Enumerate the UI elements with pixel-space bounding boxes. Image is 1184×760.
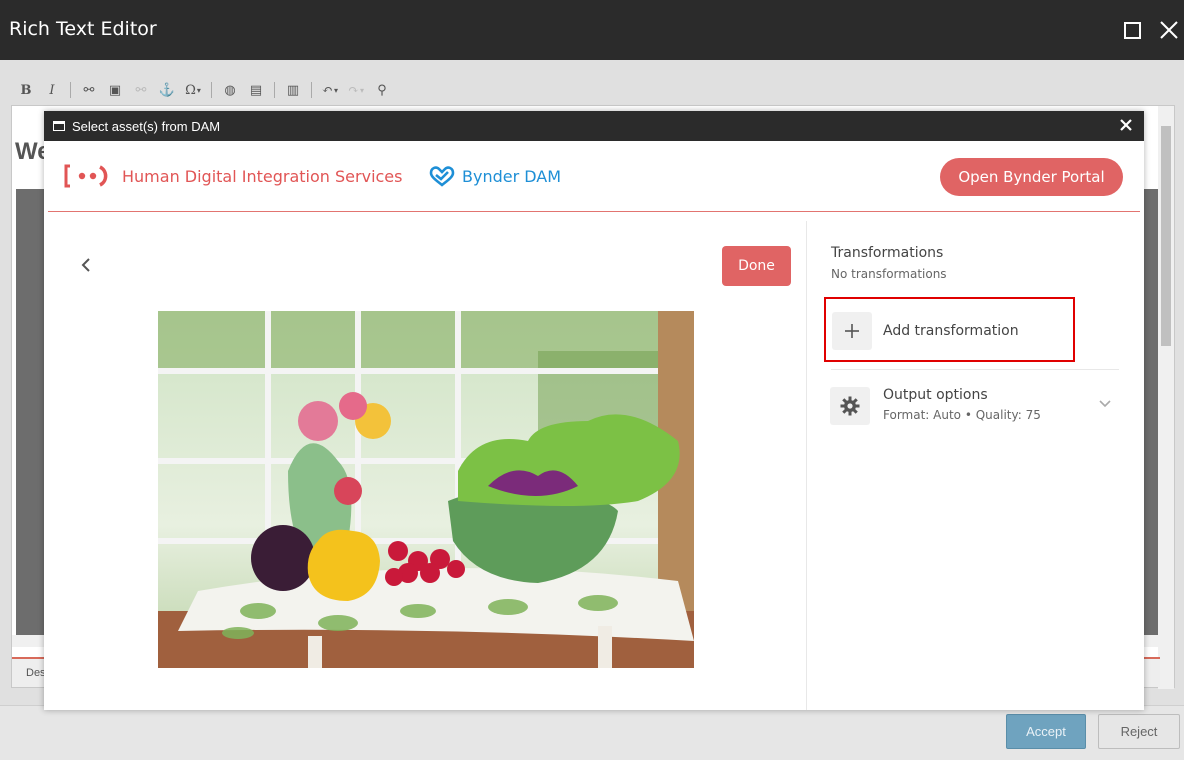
italic-button[interactable]: I xyxy=(40,80,64,100)
gear-icon xyxy=(830,387,870,425)
hdis-logo-icon xyxy=(64,164,108,188)
modal-title: Select asset(s) from DAM xyxy=(72,119,221,134)
scroll-thumb[interactable] xyxy=(1161,126,1171,346)
toolbar-divider xyxy=(311,82,312,98)
insert-link-icon[interactable]: ⚯ xyxy=(77,80,101,100)
brand-divider xyxy=(48,211,1140,212)
close-icon[interactable] xyxy=(1158,19,1180,41)
panel-divider xyxy=(806,221,807,710)
asset-preview-image xyxy=(158,311,694,668)
close-icon[interactable] xyxy=(1119,118,1133,132)
plus-icon xyxy=(832,312,872,350)
window-title: Rich Text Editor xyxy=(9,18,157,40)
open-portal-button[interactable]: Open Bynder Portal xyxy=(940,158,1123,196)
undo-button[interactable]: ↶ xyxy=(318,80,342,100)
toolbar-divider xyxy=(211,82,212,98)
brand-name: Human Digital Integration Services xyxy=(122,167,403,186)
dam-modal: Select asset(s) from DAM Human Digital I… xyxy=(44,111,1144,710)
back-chevron-icon[interactable] xyxy=(78,255,94,275)
insert-image-icon[interactable]: ▣ xyxy=(103,80,127,100)
anchor-icon[interactable]: ⚓ xyxy=(155,80,179,100)
output-options-subtitle: Format: Auto • Quality: 75 xyxy=(883,408,1041,422)
done-button[interactable]: Done xyxy=(722,246,791,286)
toolbar-divider xyxy=(70,82,71,98)
bold-button[interactable]: B xyxy=(14,80,38,100)
dialog-footer: Accept Reject xyxy=(0,705,1184,760)
bynder-logo-icon xyxy=(429,166,455,187)
maximize-icon[interactable] xyxy=(1124,22,1141,39)
window-icon xyxy=(53,121,65,131)
reject-button[interactable]: Reject xyxy=(1098,714,1180,749)
chevron-down-icon xyxy=(1099,400,1111,408)
modal-header: Select asset(s) from DAM xyxy=(44,111,1144,141)
unlink-icon[interactable]: ⚯ xyxy=(129,80,153,100)
section-divider xyxy=(831,369,1119,370)
redo-button[interactable]: ↷ xyxy=(344,80,368,100)
accept-button[interactable]: Accept xyxy=(1006,714,1086,749)
vertical-scrollbar[interactable] xyxy=(1158,106,1174,689)
editor-toolbar: B I ⚯ ▣ ⚯ ⚓ Ω ◍ ▤ ▥ ↶ ↷ ⚲ xyxy=(14,80,394,100)
special-char-button[interactable]: Ω xyxy=(181,80,205,100)
add-transformation-button[interactable]: Add transformation xyxy=(824,297,1075,362)
toolbar-divider xyxy=(274,82,275,98)
paste-word-icon[interactable]: ▥ xyxy=(281,80,305,100)
dam-name: Bynder DAM xyxy=(462,167,562,186)
add-transformation-label: Add transformation xyxy=(883,323,1019,339)
output-options-title: Output options xyxy=(883,387,988,403)
transformations-subtitle: No transformations xyxy=(831,267,947,281)
image-icon[interactable]: ▤ xyxy=(244,80,268,100)
window-titlebar: Rich Text Editor xyxy=(0,0,1184,60)
transformations-title: Transformations xyxy=(831,245,944,261)
find-icon[interactable]: ⚲ xyxy=(370,80,394,100)
globe-icon[interactable]: ◍ xyxy=(218,80,242,100)
output-options-row[interactable]: Output options Format: Auto • Quality: 7… xyxy=(830,385,1120,427)
